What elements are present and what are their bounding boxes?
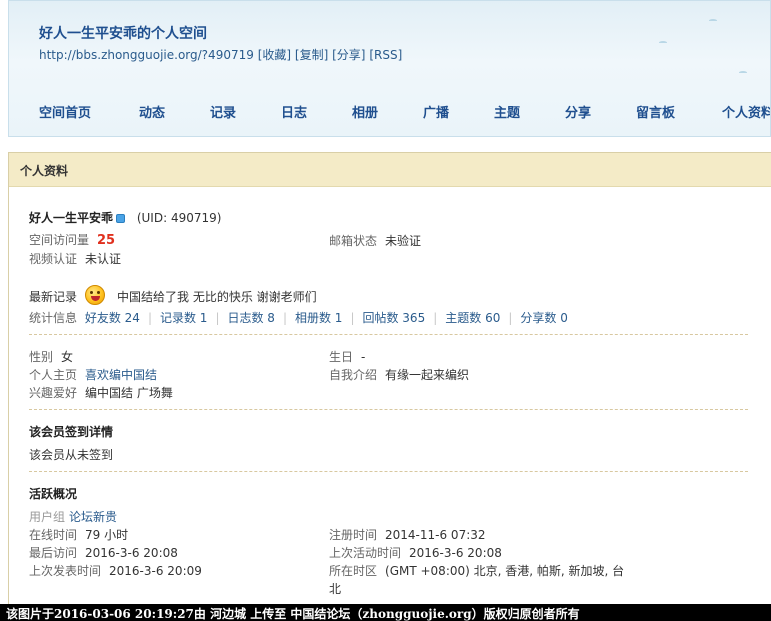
visits-count: 25: [97, 233, 116, 248]
bird-decoration: [739, 71, 747, 74]
last-visit-value: 2016-3-6 20:08: [85, 546, 178, 560]
online-time-label: 在线时间: [29, 528, 78, 542]
nav-threads[interactable]: 主题: [494, 102, 520, 121]
nav-guestbook[interactable]: 留言板: [636, 102, 675, 121]
hobby-value: 编中国结 广场舞: [85, 386, 173, 400]
stats-label: 统计信息: [29, 311, 78, 325]
stat-threads[interactable]: 主题数 60: [445, 311, 500, 325]
section-divider: [29, 471, 748, 472]
upload-watermark-bar: 该图片于2016-03-06 20:19:27由 河边城 上传至 中国结论坛（z…: [0, 604, 771, 621]
last-post-value: 2016-3-6 20:09: [109, 564, 202, 578]
nav-broadcast[interactable]: 广播: [423, 102, 449, 121]
latest-label: 最新记录: [29, 290, 78, 304]
user-line: 好人一生平安乖 (UID: 490719): [29, 209, 221, 226]
section-divider: [29, 334, 748, 335]
nav-space-home[interactable]: 空间首页: [39, 102, 91, 121]
last-post-label: 上次发表时间: [29, 564, 102, 578]
nav-feed[interactable]: 动态: [139, 102, 165, 121]
timezone-value: (GMT +08:00) 北京, 香港, 帕斯, 新加坡, 台: [385, 564, 625, 578]
username: 好人一生平安乖: [29, 211, 114, 225]
stat-friends[interactable]: 好友数 24: [85, 311, 140, 325]
space-title[interactable]: 好人一生平安乖的个人空间: [39, 23, 207, 43]
signin-text: 该会员从未签到: [29, 448, 114, 462]
bird-decoration: [709, 19, 717, 22]
stat-divider: |: [508, 311, 513, 325]
hobby-row: 兴趣爱好 编中国结 广场舞: [29, 384, 173, 401]
video-row: 视频认证 未认证: [29, 250, 121, 267]
copy-link[interactable]: [复制]: [295, 48, 328, 62]
nav-profile[interactable]: 个人资料: [722, 102, 770, 121]
stat-divider: |: [350, 311, 355, 325]
birthday-row: 生日 -: [329, 348, 365, 365]
stat-replies[interactable]: 回帖数 365: [362, 311, 425, 325]
birthday-value: -: [361, 350, 366, 364]
video-label: 视频认证: [29, 252, 78, 266]
stat-divider: |: [147, 311, 152, 325]
last-post-row: 上次发表时间 2016-3-6 20:09: [29, 562, 202, 579]
group-label: 用户组: [29, 510, 66, 524]
reg-time-row: 注册时间 2014-11-6 07:32: [329, 526, 486, 543]
email-label: 邮箱状态: [329, 234, 378, 248]
last-active-label: 上次活动时间: [329, 546, 402, 560]
timezone-label: 所在时区: [329, 564, 378, 578]
share-link[interactable]: [分享]: [332, 48, 365, 62]
space-url-link[interactable]: http://bbs.zhongguojie.org/?490719: [39, 48, 254, 62]
reg-time-value: 2014-11-6 07:32: [385, 528, 486, 542]
activity-title: 活跃概况: [29, 487, 78, 501]
grin-emoji-icon: [85, 285, 105, 305]
space-header: 好人一生平安乖的个人空间 http://bbs.zhongguojie.org/…: [8, 0, 771, 137]
nav-album[interactable]: 相册: [352, 102, 378, 121]
profile-box: 个人资料 好人一生平安乖 (UID: 490719) 空间访问量 25 邮箱状态未…: [8, 152, 771, 607]
hobby-label: 兴趣爱好: [29, 386, 78, 400]
online-time-value: 79 小时: [85, 528, 129, 542]
bookmark-link[interactable]: [收藏]: [258, 48, 291, 62]
reg-time-label: 注册时间: [329, 528, 378, 542]
last-active-value: 2016-3-6 20:08: [409, 546, 502, 560]
last-active-row: 上次活动时间 2016-3-6 20:08: [329, 544, 502, 561]
group-link[interactable]: 论坛新贵: [69, 510, 117, 524]
user-uid: (UID: 490719): [136, 211, 222, 225]
stat-divider: |: [282, 311, 287, 325]
stats-row: 统计信息 好友数 24 | 记录数 1 | 日志数 8 | 相册数 1 | 回帖数 365 | 主题…: [29, 309, 568, 326]
stat-records[interactable]: 记录数 1: [160, 311, 207, 325]
group-row: 用户组 论坛新贵: [29, 508, 117, 525]
stat-albums[interactable]: 相册数 1: [295, 311, 342, 325]
stat-blogs[interactable]: 日志数 8: [227, 311, 274, 325]
visits-row: 空间访问量 25: [29, 231, 115, 248]
online-status-icon: [116, 214, 126, 223]
last-visit-row: 最后访问 2016-3-6 20:08: [29, 544, 178, 561]
last-visit-label: 最后访问: [29, 546, 78, 560]
rss-link[interactable]: [RSS]: [369, 48, 402, 62]
nav-records[interactable]: 记录: [210, 102, 236, 121]
intro-label: 自我介绍: [329, 368, 378, 382]
stat-shares[interactable]: 分享数 0: [520, 311, 567, 325]
visits-label: 空间访问量: [29, 233, 90, 247]
gender-row: 性别女: [29, 348, 73, 365]
nav-blog[interactable]: 日志: [281, 102, 307, 121]
intro-value: 有缘一起来编织: [385, 368, 470, 382]
stat-divider: |: [433, 311, 438, 325]
bird-decoration: [659, 41, 667, 44]
video-value: 未认证: [85, 252, 122, 266]
homepage-link[interactable]: 喜欢编中国结: [85, 368, 157, 382]
section-divider: [29, 409, 748, 410]
email-value: 未验证: [385, 234, 422, 248]
email-row: 邮箱状态 未验证: [329, 232, 421, 249]
homepage-row: 个人主页 喜欢编中国结: [29, 366, 157, 383]
profile-box-title: 个人资料: [9, 153, 771, 187]
birthday-label: 生日: [329, 350, 354, 364]
gender-label: 性别: [29, 350, 54, 364]
intro-row: 自我介绍 有缘一起来编织: [329, 366, 469, 383]
gender-value: 女: [61, 350, 74, 364]
timezone-row: 所在时区 (GMT +08:00) 北京, 香港, 帕斯, 新加坡, 台: [329, 562, 624, 579]
signin-title: 该会员签到详情: [29, 425, 114, 439]
space-url-line: http://bbs.zhongguojie.org/?490719 [收藏] …: [39, 46, 402, 63]
latest-record-link[interactable]: 中国结给了我 无比的快乐 谢谢老师们: [117, 288, 317, 305]
timezone-value-continued: 北: [329, 582, 342, 596]
homepage-label: 个人主页: [29, 368, 78, 382]
online-time-row: 在线时间 79 小时: [29, 526, 128, 543]
nav-share[interactable]: 分享: [565, 102, 591, 121]
stat-divider: |: [215, 311, 220, 325]
